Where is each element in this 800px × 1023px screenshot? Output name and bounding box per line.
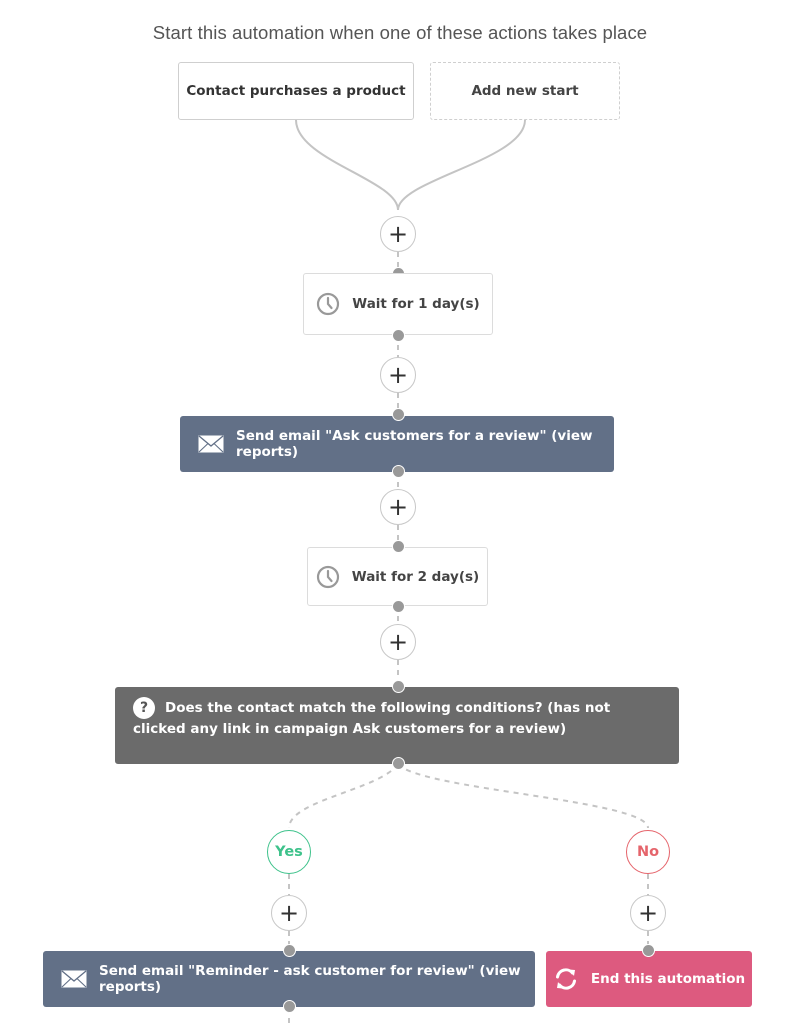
- node-connector-dot: [642, 944, 655, 957]
- refresh-icon: [553, 966, 579, 992]
- add-step-button-yes[interactable]: +: [271, 895, 307, 931]
- add-new-start-button[interactable]: Add new start: [430, 62, 620, 120]
- condition-step[interactable]: ? Does the contact match the following co…: [115, 687, 679, 764]
- start-connector-left: [295, 119, 399, 211]
- question-icon: ?: [133, 697, 155, 719]
- add-new-start-label: Add new start: [471, 83, 579, 99]
- node-connector-dot: [392, 329, 405, 342]
- condition-label: Does the contact match the following con…: [133, 700, 611, 737]
- plus-icon: +: [387, 220, 409, 248]
- plus-icon: +: [637, 899, 659, 927]
- wait-step-2[interactable]: Wait for 2 day(s): [307, 547, 488, 606]
- plus-icon: +: [278, 899, 300, 927]
- start-trigger-label: Contact purchases a product: [186, 83, 406, 99]
- send-email-label: Send email "Reminder - ask customer for …: [99, 963, 521, 995]
- plus-icon: +: [387, 361, 409, 389]
- end-automation-label: End this automation: [590, 971, 746, 987]
- branch-connector-no: [397, 763, 649, 829]
- envelope-icon: [61, 970, 87, 988]
- branch-connector-yes: [288, 763, 399, 829]
- node-connector-dot: [392, 465, 405, 478]
- send-email-reminder-step[interactable]: Send email "Reminder - ask customer for …: [43, 951, 535, 1007]
- add-step-button[interactable]: +: [380, 624, 416, 660]
- start-trigger-contact-purchases[interactable]: Contact purchases a product: [178, 62, 414, 120]
- node-connector-dot: [392, 408, 405, 421]
- send-email-step-1[interactable]: Send email "Ask customers for a review" …: [180, 416, 614, 472]
- start-connector-right: [397, 119, 526, 211]
- wait-step-label: Wait for 1 day(s): [352, 296, 480, 312]
- wait-step-label: Wait for 2 day(s): [351, 568, 480, 585]
- clock-icon: [316, 565, 340, 589]
- node-connector-dot: [283, 944, 296, 957]
- add-step-button[interactable]: +: [380, 357, 416, 393]
- branch-no-label: No: [626, 830, 670, 874]
- node-connector-dot: [392, 757, 405, 770]
- branch-yes-label: Yes: [267, 830, 311, 874]
- automation-heading: Start this automation when one of these …: [152, 22, 648, 43]
- add-step-button[interactable]: +: [380, 216, 416, 252]
- branch-no-text: No: [636, 844, 660, 860]
- plus-icon: +: [387, 493, 409, 521]
- send-email-label: Send email "Ask customers for a review" …: [236, 428, 593, 460]
- node-connector-dot: [392, 540, 405, 553]
- node-connector-dot: [392, 600, 405, 613]
- node-connector-dot: [392, 680, 405, 693]
- wait-step-1[interactable]: Wait for 1 day(s): [303, 273, 493, 335]
- add-step-button[interactable]: +: [380, 489, 416, 525]
- plus-icon: +: [387, 628, 409, 656]
- branch-yes-text: Yes: [275, 844, 303, 860]
- end-automation-step[interactable]: End this automation: [546, 951, 752, 1007]
- node-connector-dot: [283, 1000, 296, 1013]
- clock-icon: [316, 292, 340, 316]
- envelope-icon: [198, 435, 224, 453]
- add-step-button-no[interactable]: +: [630, 895, 666, 931]
